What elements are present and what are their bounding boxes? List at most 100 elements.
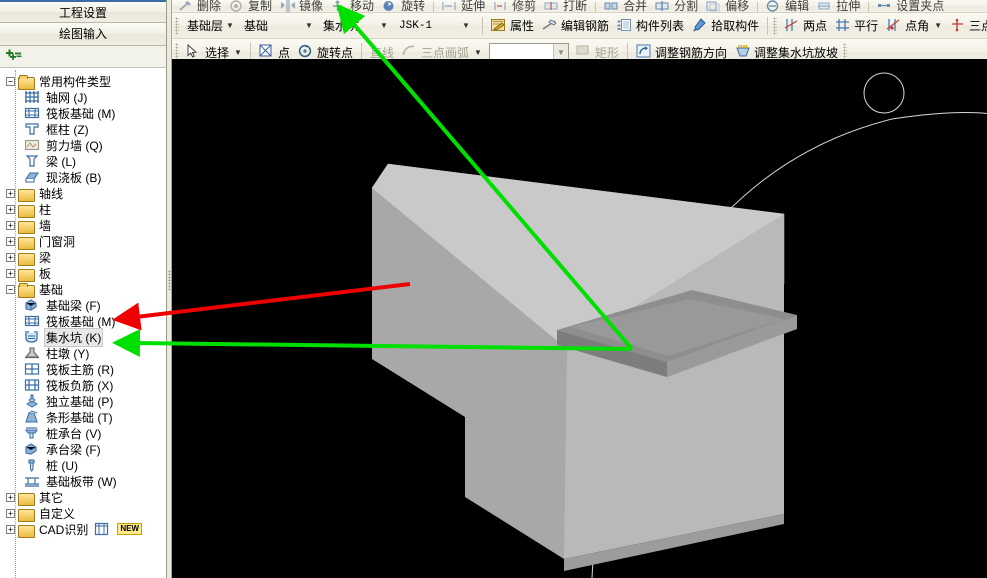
复制-button[interactable]: 复制	[225, 0, 276, 12]
tree-node[interactable]: + 墙	[0, 217, 166, 234]
tree-node[interactable]: − 常用构件类型	[0, 73, 166, 90]
component-name-selector[interactable]: JSK-1 ▼	[394, 16, 478, 35]
tree-node[interactable]: 轴网 (J)	[0, 89, 166, 105]
tree-node[interactable]: 条形基础 (T)	[0, 409, 166, 425]
edit-rebar-label: 编辑钢筋	[561, 19, 610, 33]
point-angle-axis-button[interactable]: 点角 ▼	[882, 15, 946, 37]
toolbar-grabber[interactable]	[175, 16, 179, 35]
编辑-button[interactable]: 编辑	[762, 0, 813, 12]
tab-project-settings[interactable]: 工程设置	[0, 0, 166, 23]
expand-toggle-icon[interactable]: +	[6, 524, 15, 534]
tree-node[interactable]: 集水坑 (K)	[0, 327, 166, 347]
tree-node[interactable]: + 门窗洞	[0, 233, 166, 250]
pile-icon	[24, 458, 40, 473]
rotate-point-tool-label: 旋转点	[316, 45, 353, 60]
设置夹点-button[interactable]: 设置夹点	[873, 0, 948, 12]
tree-node[interactable]: 剪力墙 (Q)	[0, 137, 166, 153]
tree-node[interactable]: 独立基础 (P)	[0, 393, 166, 409]
three-point-aux-axis-button[interactable]: 三点辅轴	[946, 15, 987, 37]
tree-node[interactable]: 框柱 (Z)	[0, 121, 166, 137]
分割-button[interactable]: 分割	[651, 0, 702, 12]
tree-node[interactable]: + 板	[0, 265, 166, 282]
tree-node[interactable]: + 柱	[0, 201, 166, 218]
folder-icon	[18, 219, 35, 234]
修剪-label: 修剪	[512, 0, 537, 13]
tree-node[interactable]: 现浇板 (B)	[0, 169, 166, 185]
collapse-toggle-icon[interactable]: −	[6, 76, 15, 86]
镜像-button[interactable]: 镜像	[276, 0, 327, 12]
修剪-button[interactable]: 修剪	[489, 0, 540, 12]
component-tree[interactable]: − 常用构件类型 轴网 (J) 筏板基础 (M) 框柱 (Z) 剪力墙 (Q) 梁 (L) 现…	[0, 70, 166, 578]
two-point-axis-button[interactable]: 两点	[780, 15, 831, 37]
chevron-down-icon[interactable]: ▼	[232, 48, 242, 57]
打断-button[interactable]: 打断	[540, 0, 591, 12]
chevron-down-icon[interactable]: ▼	[932, 21, 942, 30]
collapse-toggle-icon[interactable]: −	[6, 284, 15, 294]
model-viewport-3d[interactable]	[172, 59, 987, 578]
floor-selector[interactable]: 基础层 ▼	[182, 16, 239, 35]
folder-open-icon	[18, 74, 35, 90]
延伸-button[interactable]: 延伸	[438, 0, 489, 12]
component-list-button[interactable]: 构件列表	[613, 15, 688, 37]
偏移-button[interactable]: 偏移	[702, 0, 753, 12]
tab-drawing-input[interactable]: 绘图输入	[0, 23, 166, 46]
merge-icon	[604, 0, 620, 12]
旋转-button[interactable]: 旋转	[378, 0, 429, 12]
tree-node[interactable]: − 基础	[0, 281, 166, 298]
tree-node[interactable]: 桩 (U)	[0, 457, 166, 473]
tree-toolbar	[0, 46, 166, 68]
tree-node[interactable]: + 轴线	[0, 185, 166, 202]
edit-rebar-icon	[542, 18, 558, 34]
tree-node[interactable]: 柱墩 (Y)	[0, 345, 166, 361]
component-type-selector[interactable]: 集水坑 ▼	[318, 16, 394, 35]
tree-node[interactable]: 筏板基础 (M)	[0, 105, 166, 121]
tree-node[interactable]: 筏板主筋 (R)	[0, 361, 166, 377]
pick-component-button[interactable]: 拾取构件	[688, 15, 763, 37]
tree-node[interactable]: + 其它	[0, 489, 166, 506]
tree-node[interactable]: + 梁	[0, 249, 166, 266]
tree-node[interactable]: 筏板负筋 (X)	[0, 377, 166, 393]
properties-icon	[491, 18, 507, 34]
toolbar-separator	[757, 2, 759, 12]
tree-node[interactable]: 承台梁 (F)	[0, 441, 166, 457]
properties-button[interactable]: 属性	[487, 15, 538, 37]
tree-node-label: 常用构件类型	[39, 74, 112, 89]
expand-toggle-icon[interactable]: +	[6, 188, 15, 198]
tree-node-label: 剪力墙 (Q)	[46, 138, 103, 153]
tree-node[interactable]: + CAD识别 NEW	[0, 521, 166, 538]
expand-toggle-icon[interactable]: +	[6, 508, 15, 518]
tree-node[interactable]: 桩承台 (V)	[0, 425, 166, 441]
tree-node[interactable]: 基础板带 (W)	[0, 473, 166, 489]
tree-node[interactable]: + 自定义	[0, 505, 166, 522]
parallel-axis-icon	[835, 18, 851, 34]
chevron-down-icon[interactable]: ▼	[472, 48, 482, 57]
expand-toggle-icon[interactable]: +	[6, 236, 15, 246]
expand-toggle-icon[interactable]: +	[6, 252, 15, 262]
tree-node[interactable]: 梁 (L)	[0, 153, 166, 169]
category-selector[interactable]: 基础 ▼	[239, 16, 318, 35]
设置夹点-label: 设置夹点	[896, 0, 945, 13]
expand-toggle-icon[interactable]: +	[6, 492, 15, 502]
parallel-axis-button[interactable]: 平行	[831, 15, 882, 37]
add-component-button[interactable]	[4, 48, 22, 66]
edit-icon	[766, 0, 782, 12]
tree-node-label: 框柱 (Z)	[46, 122, 89, 137]
合并-button[interactable]: 合并	[600, 0, 651, 12]
tree-node-label: 筏板主筋 (R)	[46, 362, 114, 377]
拉伸-button[interactable]: 拉伸	[813, 0, 864, 12]
remove-component-button[interactable]	[28, 48, 46, 66]
trim-icon	[493, 0, 509, 12]
tree-node[interactable]: 基础梁 (F)	[0, 297, 166, 313]
toolbar-grabber[interactable]	[773, 16, 778, 35]
tree-node-label: 独立基础 (P)	[46, 394, 114, 409]
folder-icon	[18, 267, 35, 282]
edit-rebar-button[interactable]: 编辑钢筋	[538, 15, 613, 37]
expand-toggle-icon[interactable]: +	[6, 220, 15, 230]
expand-toggle-icon[interactable]: +	[6, 268, 15, 278]
expand-toggle-icon[interactable]: +	[6, 204, 15, 214]
移动-button[interactable]: 移动	[327, 0, 378, 12]
line-tool-label: 直线	[369, 45, 394, 60]
删除-button[interactable]: 删除	[174, 0, 225, 12]
chevron-down-icon: ▼	[226, 21, 234, 30]
tree-node-label: 基础	[39, 282, 64, 297]
